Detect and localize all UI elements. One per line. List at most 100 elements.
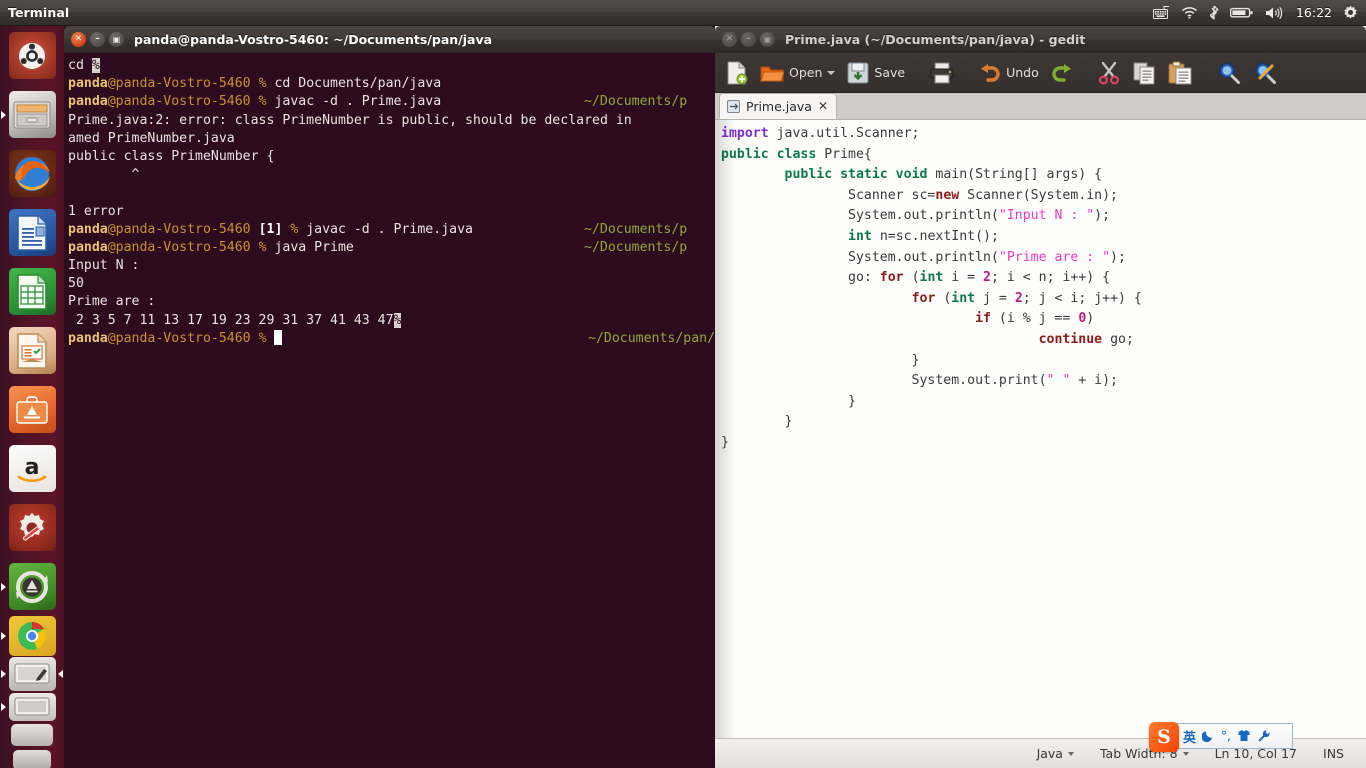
sogou-ime-toolbar[interactable]: S 英 °, xyxy=(1149,722,1293,752)
print-button[interactable] xyxy=(925,57,959,89)
terminal-line: 2 3 5 7 11 13 17 19 23 29 31 37 41 43 47… xyxy=(68,312,715,330)
tab-width-caret-icon[interactable] xyxy=(1182,751,1189,756)
launcher-item-libreoffice-calc[interactable] xyxy=(0,262,64,321)
panel-clock[interactable]: 16:22 xyxy=(1296,5,1332,20)
new-document-button[interactable] xyxy=(721,57,753,89)
open-folder-icon xyxy=(760,66,784,81)
system-menu-icon[interactable] xyxy=(1343,5,1358,20)
open-dropdown-caret-icon[interactable] xyxy=(827,70,836,75)
code-token: continue xyxy=(1038,331,1103,347)
terminal-right-path: ~/Documents/pan/java xyxy=(588,330,715,346)
copy-button[interactable] xyxy=(1127,57,1161,89)
launcher-item-stack-2[interactable] xyxy=(0,748,64,768)
search-icon xyxy=(1218,62,1240,84)
moon-icon[interactable] xyxy=(1201,729,1215,744)
wrench-icon[interactable] xyxy=(1257,729,1271,744)
launcher-item-libreoffice-writer[interactable] xyxy=(0,203,64,262)
terminal-prompt-user: panda xyxy=(68,76,108,92)
gedit-close-button[interactable]: ✕ xyxy=(722,32,737,47)
bluetooth-indicator-icon[interactable] xyxy=(1209,5,1219,20)
terminal-minimize-button[interactable]: – xyxy=(90,32,105,47)
volume-indicator-icon[interactable] xyxy=(1265,6,1285,20)
code-line: for (int j = 2; j < i; j++) { xyxy=(721,289,1366,310)
gedit-maximize-button[interactable]: ▣ xyxy=(760,32,775,47)
launcher-running-pip xyxy=(1,110,6,119)
code-token: ( xyxy=(903,270,920,286)
terminal-text: amed PrimeNumber.java xyxy=(68,130,235,146)
battery-indicator-icon[interactable] xyxy=(1229,6,1254,19)
code-token: (i % j == xyxy=(990,311,1079,327)
ime-mode-label[interactable]: 英 xyxy=(1183,727,1196,746)
open-button-label: Open xyxy=(789,65,823,80)
launcher-item-firefox[interactable] xyxy=(0,144,64,203)
code-line: Scanner sc=new Scanner(System.in); xyxy=(721,186,1366,207)
chrome-icon xyxy=(18,622,46,650)
code-line: } xyxy=(721,351,1366,372)
panel-app-title[interactable]: Terminal xyxy=(0,5,69,20)
launcher-running-pip xyxy=(1,632,6,640)
keyboard-indicator-icon[interactable] xyxy=(1152,6,1170,19)
sogou-logo-icon[interactable]: S xyxy=(1149,722,1179,752)
launcher-item-system-settings[interactable] xyxy=(0,498,64,557)
terminal-cursor xyxy=(274,329,283,345)
launcher-item-libreoffice-impress[interactable] xyxy=(0,321,64,380)
code-line: System.out.println("Prime are : "); xyxy=(721,248,1366,269)
insert-mode[interactable]: INS xyxy=(1323,746,1344,761)
wifi-indicator-icon[interactable] xyxy=(1181,6,1198,19)
amazon-icon: a xyxy=(17,455,47,482)
paste-button[interactable] xyxy=(1163,57,1197,89)
terminal-prompt-symbol: % xyxy=(250,76,275,92)
launcher-item-chrome[interactable] xyxy=(0,616,64,656)
terminal-close-button[interactable]: ✕ xyxy=(71,32,86,47)
terminal-maximize-button[interactable]: ▣ xyxy=(109,32,124,47)
code-token: int xyxy=(951,290,976,306)
gedit-titlebar[interactable]: ✕ – ▣ Prime.java (~/Documents/pan/java) … xyxy=(715,26,1366,53)
terminal-titlebar[interactable]: ✕ – ▣ panda@panda-Vostro-5460: ~/Documen… xyxy=(64,26,715,53)
tab-close-icon[interactable]: ✕ xyxy=(818,99,828,113)
terminal-text: ^ xyxy=(68,167,140,183)
code-line: System.out.print(" " + i); xyxy=(721,371,1366,392)
launcher-running-pip xyxy=(1,703,6,711)
code-token: import xyxy=(721,126,769,141)
launcher-item-ubuntu-software[interactable] xyxy=(0,380,64,439)
software-center-icon xyxy=(16,395,48,424)
save-button[interactable]: Save xyxy=(842,57,910,89)
launcher-item-gedit[interactable] xyxy=(0,656,64,692)
launcher-item-dash-home[interactable] xyxy=(0,26,64,85)
terminal-line: 50 xyxy=(68,275,715,293)
terminal-output-area[interactable]: cd % panda@panda-Vostro-5460 % cd Documen… xyxy=(64,53,715,768)
skin-icon[interactable] xyxy=(1237,729,1251,744)
undo-button[interactable]: Undo xyxy=(974,57,1044,89)
terminal-text: Prime.java:2: error: class PrimeNumber i… xyxy=(68,112,632,128)
degree-comma-icon[interactable]: °, xyxy=(1221,730,1231,742)
terminal-right-path: ~/Documents/p xyxy=(584,221,688,237)
unity-launcher: a xyxy=(0,26,64,768)
launcher-item-terminal[interactable] xyxy=(0,692,64,722)
launcher-item-amazon[interactable]: a xyxy=(0,439,64,498)
code-token: ) xyxy=(1086,311,1095,327)
tab-prime-java[interactable]: Prime.java ✕ xyxy=(719,93,838,119)
language-selector[interactable]: Java xyxy=(1037,746,1074,761)
document-icon xyxy=(17,214,47,251)
code-token: for xyxy=(911,290,936,306)
terminal-prompt-host: @panda-Vostro-5460 xyxy=(107,94,251,110)
open-button[interactable]: Open xyxy=(755,57,840,89)
gedit-minimize-button[interactable]: – xyxy=(741,32,756,47)
gedit-code-editor[interactable]: import java.util.Scanner; public class Pr… xyxy=(715,120,1366,738)
replace-button[interactable] xyxy=(1248,57,1282,89)
language-label: Java xyxy=(1036,746,1063,761)
launcher-item-files[interactable] xyxy=(0,85,64,144)
language-caret-icon[interactable] xyxy=(1067,751,1074,756)
terminal-text: cd xyxy=(68,58,92,73)
terminal-right-path: ~/Documents/p xyxy=(584,239,688,255)
terminal-line: panda@panda-Vostro-5460 % javac -d . Pri… xyxy=(68,93,715,111)
redo-button[interactable] xyxy=(1046,57,1078,89)
launcher-item-software-updater[interactable] xyxy=(0,557,64,616)
terminal-command: java Prime xyxy=(274,239,354,255)
gedit-window: ✕ – ▣ Prime.java (~/Documents/pan/java) … xyxy=(715,26,1366,768)
cut-button[interactable] xyxy=(1093,57,1125,89)
find-button[interactable] xyxy=(1212,57,1246,89)
launcher-item-stack-1[interactable] xyxy=(0,722,64,748)
find-replace-icon xyxy=(1254,62,1276,84)
